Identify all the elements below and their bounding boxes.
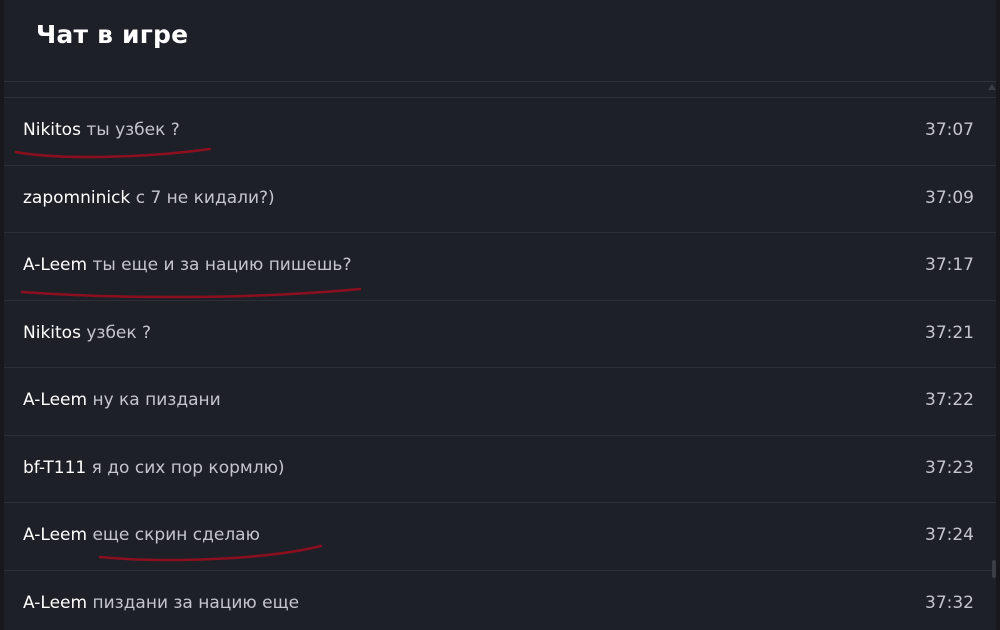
message-timestamp: 37:21 [925, 322, 974, 343]
chat-message-content: A-Leem еще скрин сделаю [23, 525, 260, 545]
chat-message-row: Nikitos ты узбек ? 37:07 [4, 98, 996, 166]
chat-message-row: bf-T111 я до сих пор кормлю) 37:23 [4, 436, 996, 503]
chat-message-row: A-Leem ты еще и за нацию пишешь? 37:17 [4, 233, 996, 301]
chat-message-content: A-Leem ну ка пиздани [23, 390, 221, 410]
scrollbar-thumb[interactable] [992, 560, 996, 578]
chat-message-content: A-Leem пиздани за нацию еще [23, 593, 299, 613]
message-author[interactable]: A-Leem [23, 525, 87, 545]
message-timestamp: 37:32 [925, 592, 974, 613]
message-text: ну ка пиздани [92, 390, 221, 410]
message-author[interactable]: A-Leem [23, 593, 87, 613]
chat-message-content: A-Leem ты еще и за нацию пишешь? [23, 255, 351, 275]
chat-message-content: Nikitos узбек ? [23, 323, 151, 343]
message-text: с 7 не кидали?) [135, 187, 275, 208]
chat-message-content: bf-T111 я до сих пор кормлю) [23, 458, 285, 478]
message-author[interactable]: bf-T111 [23, 458, 86, 478]
message-text: пиздани за нацию еще [92, 592, 300, 613]
chat-message-row: A-Leem ну ка пиздани 37:22 [4, 368, 996, 436]
message-author[interactable]: A-Leem [23, 255, 87, 275]
message-text: я до сих пор кормлю) [91, 457, 285, 478]
chat-header: Чат в игре [4, 0, 996, 82]
message-timestamp: 37:09 [925, 187, 974, 208]
message-text: узбек ? [86, 322, 152, 343]
chat-message-list[interactable]: Nikitos ты узбек ? 37:07 zapomninick с 7… [4, 98, 996, 630]
chat-title: Чат в игре [36, 20, 189, 49]
chat-message-row: A-Leem пиздани за нацию еще 37:32 [4, 571, 996, 630]
message-text: ты еще и за нацию пишешь? [92, 255, 352, 275]
message-author[interactable]: A-Leem [23, 390, 87, 410]
message-text: ты узбек ? [86, 120, 180, 140]
message-timestamp: 37:24 [925, 525, 974, 545]
message-author[interactable]: Nikitos [23, 323, 81, 343]
chat-message-content: zapomninick с 7 не кидали?) [23, 188, 275, 208]
chat-message-content: Nikitos ты узбек ? [23, 120, 180, 140]
in-game-chat-panel: Чат в игре Nikitos ты узбек ? 37:07 zapo… [4, 0, 996, 630]
message-timestamp: 37:07 [925, 120, 974, 140]
message-text: еще скрин сделаю [92, 525, 260, 545]
message-author[interactable]: zapomninick [23, 188, 130, 208]
chat-message-row: A-Leem еще скрин сделаю 37:24 [4, 503, 996, 571]
message-timestamp: 37:22 [925, 390, 974, 410]
scroll-up-arrow-icon[interactable] [988, 84, 996, 90]
chat-message-row: Nikitos узбек ? 37:21 [4, 301, 996, 368]
message-timestamp: 37:23 [925, 457, 974, 478]
message-timestamp: 37:17 [925, 255, 974, 275]
chat-message-row: zapomninick с 7 не кидали?) 37:09 [4, 166, 996, 233]
message-author[interactable]: Nikitos [23, 120, 81, 140]
